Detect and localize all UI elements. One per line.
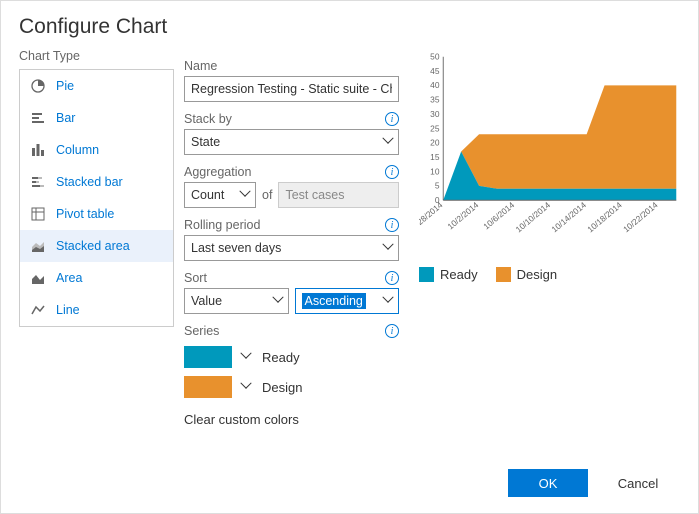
svg-text:40: 40 [430, 80, 440, 90]
area-icon [30, 270, 46, 286]
clear-custom-colors[interactable]: Clear custom colors [184, 412, 399, 427]
rolling-select[interactable]: Last seven days [184, 235, 399, 261]
series-label: Series [184, 324, 219, 338]
chevron-down-icon [241, 190, 251, 200]
sort-field-value: Value [191, 294, 222, 308]
stackby-value: State [191, 135, 220, 149]
svg-text:15: 15 [430, 152, 440, 162]
series-name: Ready [262, 350, 300, 365]
sort-direction-value: Ascending [302, 293, 366, 309]
series-swatch [184, 346, 232, 368]
aggregation-value: Count [191, 188, 224, 202]
svg-text:20: 20 [430, 138, 440, 148]
chart-type-label-text: Line [56, 303, 80, 317]
svg-text:10/10/2014: 10/10/2014 [514, 200, 553, 235]
bar-icon [30, 110, 46, 126]
chart-type-label-text: Bar [56, 111, 75, 125]
chart-type-stacked-bar[interactable]: Stacked bar [20, 166, 173, 198]
pivot-icon [30, 206, 46, 222]
chevron-down-icon [384, 137, 394, 147]
chart-preview: 051015202530354045509/28/201410/2/201410… [419, 49, 680, 249]
svg-text:10/14/2014: 10/14/2014 [549, 200, 588, 235]
chart-type-label-text: Stacked bar [56, 175, 123, 189]
chart-type-label-text: Column [56, 143, 99, 157]
legend-item-ready: Ready [419, 267, 478, 282]
svg-text:10/18/2014: 10/18/2014 [585, 200, 624, 235]
svg-text:9/28/2014: 9/28/2014 [419, 200, 445, 232]
chevron-down-icon[interactable] [242, 382, 252, 392]
info-icon[interactable]: i [385, 271, 399, 285]
pie-icon [30, 78, 46, 94]
aggregation-label: Aggregation [184, 165, 251, 179]
chevron-down-icon [274, 296, 284, 306]
chart-type-area[interactable]: Area [20, 262, 173, 294]
legend-label: Ready [440, 267, 478, 282]
series-swatch [184, 376, 232, 398]
svg-text:35: 35 [430, 95, 440, 105]
svg-text:45: 45 [430, 66, 440, 76]
svg-text:10/6/2014: 10/6/2014 [481, 200, 516, 232]
info-icon[interactable]: i [385, 324, 399, 338]
aggregation-of-field: Test cases [278, 182, 399, 208]
legend-item-design: Design [496, 267, 557, 282]
svg-text:50: 50 [430, 52, 440, 62]
series-item-ready: Ready [184, 346, 399, 368]
svg-text:10/2/2014: 10/2/2014 [445, 200, 480, 232]
column-icon [30, 142, 46, 158]
sort-direction-select[interactable]: Ascending [295, 288, 400, 314]
legend-label: Design [517, 267, 557, 282]
chart-type-label: Chart Type [19, 49, 174, 63]
svg-text:10: 10 [430, 166, 440, 176]
chart-type-pivot-table[interactable]: Pivot table [20, 198, 173, 230]
svg-text:10/22/2014: 10/22/2014 [621, 200, 660, 235]
line-icon [30, 302, 46, 318]
legend-swatch [496, 267, 511, 282]
chart-type-pie[interactable]: Pie [20, 70, 173, 102]
svg-text:30: 30 [430, 109, 440, 119]
stacked-bar-icon [30, 174, 46, 190]
dialog-title: Configure Chart [1, 1, 698, 49]
svg-text:5: 5 [435, 181, 440, 191]
rolling-value: Last seven days [191, 241, 281, 255]
of-label: of [262, 188, 272, 202]
series-name: Design [262, 380, 302, 395]
info-icon[interactable]: i [385, 165, 399, 179]
chevron-down-icon [384, 296, 394, 306]
chart-type-label-text: Pie [56, 79, 74, 93]
chevron-down-icon [384, 243, 394, 253]
name-label: Name [184, 59, 217, 73]
stacked-area-icon [30, 238, 46, 254]
ok-button[interactable]: OK [508, 469, 588, 497]
aggregation-select[interactable]: Count [184, 182, 256, 208]
chart-type-stacked-area[interactable]: Stacked area [20, 230, 173, 262]
series-item-design: Design [184, 376, 399, 398]
stackby-select[interactable]: State [184, 129, 399, 155]
chart-type-column[interactable]: Column [20, 134, 173, 166]
legend-swatch [419, 267, 434, 282]
sort-field-select[interactable]: Value [184, 288, 289, 314]
info-icon[interactable]: i [385, 112, 399, 126]
cancel-button[interactable]: Cancel [598, 469, 678, 497]
svg-text:25: 25 [430, 123, 440, 133]
sort-label: Sort [184, 271, 207, 285]
chart-type-label-text: Area [56, 271, 82, 285]
name-input[interactable] [184, 76, 399, 102]
chart-type-line[interactable]: Line [20, 294, 173, 326]
chart-type-label-text: Pivot table [56, 207, 114, 221]
rolling-label: Rolling period [184, 218, 260, 232]
info-icon[interactable]: i [385, 218, 399, 232]
chart-type-list: Pie Bar Column Stacked bar Pivot table S… [19, 69, 174, 327]
chart-type-bar[interactable]: Bar [20, 102, 173, 134]
chevron-down-icon[interactable] [242, 352, 252, 362]
chart-type-label-text: Stacked area [56, 239, 130, 253]
stackby-label: Stack by [184, 112, 232, 126]
